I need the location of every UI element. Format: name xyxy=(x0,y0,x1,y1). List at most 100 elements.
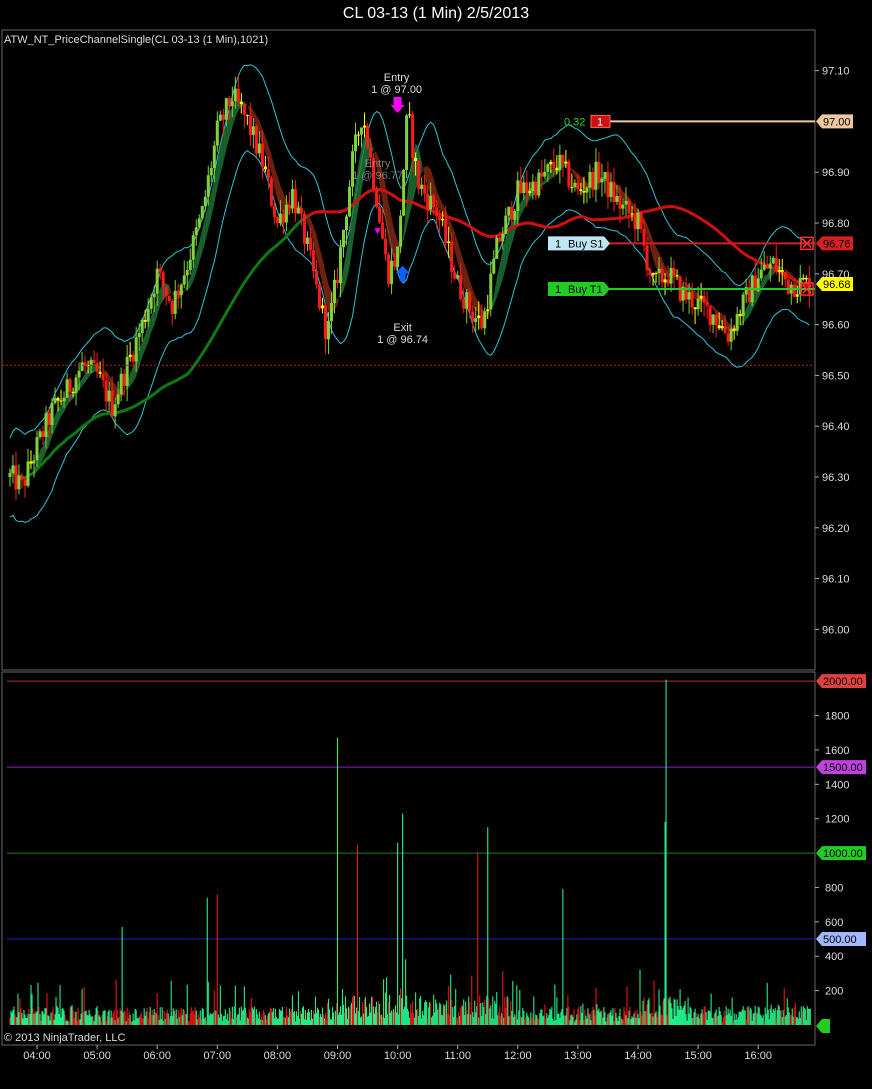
candle-body xyxy=(717,325,721,329)
candle-body xyxy=(507,206,511,216)
candle-body xyxy=(804,277,808,280)
candle-body xyxy=(759,269,763,279)
candle-body xyxy=(11,465,15,474)
price-tag-label: 96.68 xyxy=(823,279,851,291)
candle-body xyxy=(462,299,466,309)
candle-body xyxy=(588,172,592,188)
candle-body xyxy=(435,207,439,217)
candle-body xyxy=(149,297,153,309)
candle-body xyxy=(296,207,300,214)
candle-body xyxy=(176,290,180,296)
candle-body xyxy=(80,362,84,371)
chart-canvas[interactable]: 97.1096.9096.8096.7096.6096.5096.4096.30… xyxy=(0,0,872,1089)
candle-body xyxy=(654,273,658,275)
candle-body xyxy=(233,88,237,102)
ma-ribbon-segment xyxy=(439,197,443,212)
volume-axis-label: 1400 xyxy=(825,779,849,791)
small-marker-icon xyxy=(374,228,381,235)
candle-body xyxy=(74,377,78,394)
candle-body xyxy=(786,279,790,294)
price-axis-label: 96.90 xyxy=(822,167,850,179)
candle-body xyxy=(77,370,81,378)
candle-body xyxy=(618,195,622,209)
candle-body xyxy=(513,211,517,220)
time-axis-label: 09:00 xyxy=(324,1050,352,1062)
price-axis-label: 96.10 xyxy=(822,574,850,586)
candle-body xyxy=(281,213,285,223)
candle-body xyxy=(792,284,796,297)
candle-body xyxy=(576,182,580,190)
candle-body xyxy=(405,115,409,171)
candle-body xyxy=(384,238,388,255)
candle-body xyxy=(729,328,733,342)
candle-body xyxy=(612,182,616,202)
copyright-text: © 2013 NinjaTrader, LLC xyxy=(4,1032,125,1044)
candle-body xyxy=(35,437,39,461)
candle-body xyxy=(555,168,559,171)
target-order-qty: 1 xyxy=(555,284,561,296)
time-axis-label: 11:00 xyxy=(444,1050,471,1062)
candle-body xyxy=(348,186,352,217)
candle-body xyxy=(396,246,400,267)
ma-ribbon-segment xyxy=(499,249,503,289)
candle-body xyxy=(477,315,481,319)
candle-body xyxy=(630,213,634,215)
candle-body xyxy=(483,311,487,329)
candle-body xyxy=(762,264,766,270)
candle-body xyxy=(564,161,568,164)
candle-body xyxy=(471,311,475,322)
candle-body xyxy=(290,188,294,209)
candle-body xyxy=(299,207,303,214)
qty-box-label: 1 xyxy=(597,116,603,128)
time-axis-label: 08:00 xyxy=(264,1050,292,1062)
candle-body xyxy=(690,292,694,308)
candle-body xyxy=(320,305,324,309)
ma-ribbon-segment xyxy=(274,166,278,199)
candle-body xyxy=(534,181,538,196)
candle-body xyxy=(771,257,775,264)
candle-body xyxy=(50,402,54,426)
candle-body xyxy=(603,172,607,179)
ma-ribbon-segment xyxy=(493,278,497,306)
price-axis-label: 97.10 xyxy=(822,66,850,78)
time-axis-label: 10:00 xyxy=(384,1050,412,1062)
ma-ribbon-segment xyxy=(746,302,750,320)
candle-body xyxy=(420,184,424,189)
candle-body xyxy=(71,391,75,394)
candle-body xyxy=(119,373,123,395)
candle-body xyxy=(687,292,691,300)
candle-body xyxy=(390,260,394,285)
candle-body xyxy=(795,294,799,297)
candle-body xyxy=(128,354,132,357)
candle-body xyxy=(408,114,412,116)
candle-body xyxy=(200,206,204,219)
price-panel-frame xyxy=(1,29,816,671)
ma-ribbon-segment xyxy=(650,232,653,259)
candle-body xyxy=(248,115,252,135)
candle-body xyxy=(705,302,709,306)
candle-body xyxy=(474,318,478,322)
candle-body xyxy=(393,260,397,267)
candle-body xyxy=(468,292,472,312)
volume-level-tag-label: 1000.00 xyxy=(823,848,863,860)
candle-body xyxy=(293,188,297,214)
candle-body xyxy=(777,270,781,272)
candle-body xyxy=(251,126,255,135)
candle-body xyxy=(92,359,96,364)
candle-body xyxy=(645,245,649,271)
time-axis-label: 15:00 xyxy=(684,1050,712,1062)
price-axis-label: 96.40 xyxy=(822,421,850,433)
candle-body xyxy=(329,302,333,321)
candle-body xyxy=(558,154,562,171)
candle-body xyxy=(357,134,361,136)
candle-body xyxy=(332,279,336,303)
stop-order-text: Buy S1 xyxy=(568,238,603,250)
candle-body xyxy=(8,473,12,477)
volume-axis-label: 200 xyxy=(825,986,843,998)
candle-body xyxy=(227,98,231,107)
candle-body xyxy=(182,275,186,285)
ma-ribbon-segment xyxy=(520,197,524,216)
candle-body xyxy=(101,373,105,381)
candle-body xyxy=(375,189,379,207)
price-axis-label: 96.20 xyxy=(822,523,850,535)
